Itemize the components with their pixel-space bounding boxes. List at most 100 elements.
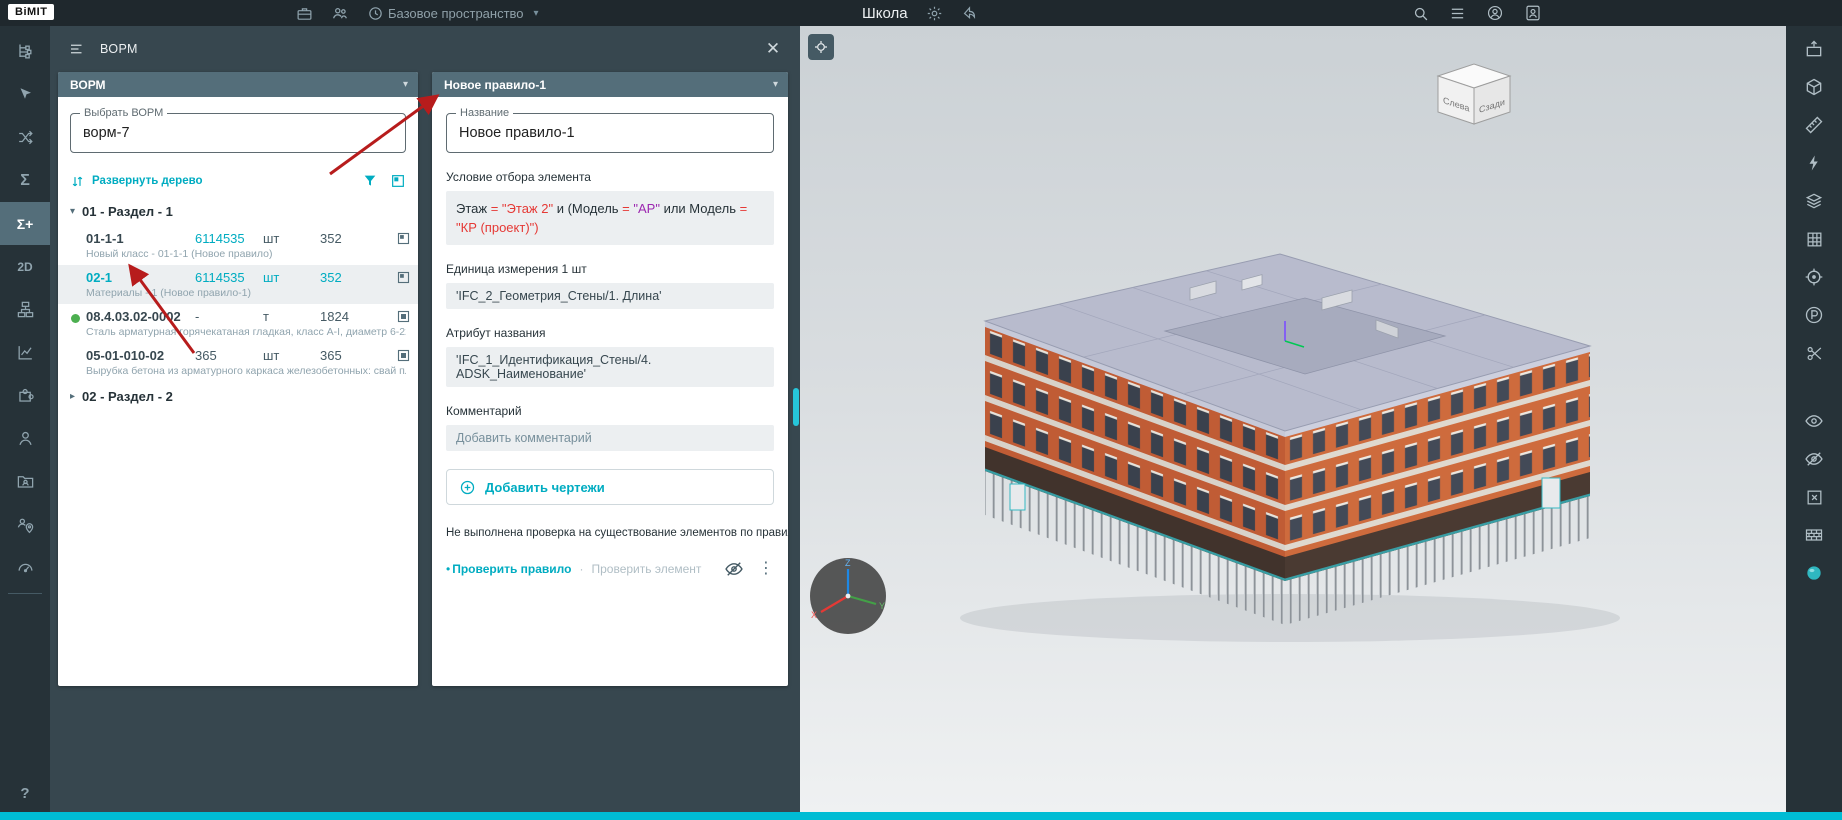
workspace-dropdown[interactable]: Базовое пространство ▾ [388, 0, 539, 26]
3d-viewport[interactable]: Слева Сзади Z X Y [800, 26, 1786, 812]
tree-row-01-1-1[interactable]: 01-1-1 6114535 шт 352 Новый класс - 01-1… [58, 226, 418, 265]
sidebar-item-scheme[interactable] [0, 288, 50, 331]
briefcase-icon[interactable] [296, 5, 313, 22]
tool-grid-table[interactable] [1786, 220, 1842, 258]
condition-part: = [490, 201, 502, 216]
vorm-card-title: ВОРМ [70, 77, 106, 92]
tool-clear-selection[interactable] [1786, 478, 1842, 516]
help-icon: ? [20, 784, 30, 802]
check-notice: Не выполнена проверка на существование э… [446, 527, 788, 539]
tool-visibility[interactable] [1786, 402, 1842, 440]
norm-card-icon[interactable] [392, 309, 414, 324]
rule-card-title: Новое правило-1 [444, 77, 547, 92]
norm-card-icon[interactable] [392, 348, 414, 363]
scrollbar-thumb[interactable] [793, 388, 799, 426]
row-name: 01-1-1 [86, 231, 124, 246]
element-card-icon[interactable] [392, 231, 414, 246]
building-model[interactable] [890, 226, 1620, 646]
tool-wall-mode[interactable] [1786, 516, 1842, 554]
expand-collapse-icon[interactable] [70, 174, 85, 189]
tool-section-cut[interactable] [1786, 334, 1842, 372]
sidebar-item-charts[interactable] [0, 331, 50, 374]
panel-menu-icon[interactable] [68, 40, 86, 58]
plus-circle-icon [459, 479, 476, 496]
check-element-link[interactable]: Проверить элемент [591, 562, 701, 576]
tool-focus-target[interactable] [1786, 258, 1842, 296]
tool-ruler[interactable] [1786, 106, 1842, 144]
sigma-icon: Σ [20, 171, 30, 189]
user-badge-icon[interactable] [1524, 4, 1542, 22]
row-subtitle: Вырубка бетона из арматурного каркаса же… [86, 365, 406, 377]
sidebar-item-select[interactable] [0, 73, 50, 116]
row-qty: 6114535 [195, 270, 245, 285]
row-qty: 365 [195, 348, 217, 363]
tree-row-02-1[interactable]: 02-1 6114535 шт 352 Материалы - 1 (Новое… [58, 265, 418, 304]
share-icon[interactable] [961, 5, 978, 22]
sidebar-item-relations[interactable] [0, 116, 50, 159]
kebab-menu-icon[interactable]: ⋮ [758, 561, 774, 577]
comment-input[interactable] [446, 425, 774, 451]
row-count: 365 [320, 348, 342, 363]
sidebar-item-users-location[interactable] [0, 503, 50, 546]
tool-parking[interactable] [1786, 296, 1842, 334]
sidebar-item-dashboard[interactable] [0, 546, 50, 589]
sidebar-item-plugins[interactable] [0, 374, 50, 417]
unit-value[interactable]: 'IFC_2_Геометрия_Стены/1. Длина' [446, 283, 774, 309]
view-cube[interactable]: Слева Сзади [1428, 58, 1520, 134]
cursor-icon [16, 86, 34, 104]
2d-icon: 2D [17, 259, 33, 274]
row-name: 08.4.03.02-0002 [86, 309, 181, 324]
search-icon[interactable] [1412, 5, 1429, 22]
focus-selection-button[interactable] [808, 34, 834, 60]
close-icon[interactable]: ✕ [762, 38, 784, 60]
visibility-off-icon[interactable] [724, 559, 744, 579]
caret-down-icon: ▾ [70, 206, 76, 217]
divider [8, 593, 42, 594]
sidebar-item-model-structure[interactable] [0, 30, 50, 73]
attribute-value[interactable]: 'IFC_1_Идентификация_Стены/4. ADSK_Наиме… [446, 347, 774, 387]
rule-name-input[interactable] [447, 114, 773, 152]
tool-measure-lightning[interactable] [1786, 144, 1842, 182]
user-circle-icon[interactable] [1486, 4, 1504, 22]
navigation-gizmo[interactable]: Z X Y [808, 556, 888, 636]
tool-section-cube[interactable] [1786, 68, 1842, 106]
chevron-down-icon: ▾ [533, 7, 539, 19]
tool-visibility-off[interactable] [1786, 440, 1842, 478]
check-rule-link[interactable]: Проверить правило [452, 562, 571, 576]
gear-icon[interactable] [926, 5, 943, 22]
tool-layers[interactable] [1786, 182, 1842, 220]
sidebar-item-sum[interactable]: Σ [0, 159, 50, 202]
tree-row-05-01-010[interactable]: 05-01-010-02 365 шт 365 Вырубка бетона и… [58, 343, 418, 382]
element-card-icon[interactable] [392, 270, 414, 285]
chevron-down-icon: ▾ [402, 79, 408, 90]
tree-group-01[interactable]: ▾ 01 - Раздел - 1 [58, 197, 418, 226]
sidebar-item-user[interactable] [0, 417, 50, 460]
status-dot-green [71, 314, 80, 323]
vorm-card-header[interactable]: ВОРМ ▾ [58, 72, 418, 97]
sidebar-item-help[interactable]: ? [0, 774, 50, 812]
vorm-panel: ВОРМ ✕ ВОРМ ▾ Выбрать ВОРМ Развернуть де… [50, 26, 800, 812]
row-count: 352 [320, 270, 342, 285]
sigma-plus-icon: Σ+ [16, 215, 34, 232]
sidebar-item-2d[interactable]: 2D [0, 245, 50, 288]
tree-row-08-4-03[interactable]: 08.4.03.02-0002 - т 1824 Сталь арматурна… [58, 304, 418, 343]
folder-user-icon [16, 472, 35, 491]
tree-group-02[interactable]: ▸ 02 - Раздел - 2 [58, 382, 418, 411]
add-drawings-label: Добавить чертежи [485, 479, 605, 495]
vorm-select-input[interactable] [71, 114, 405, 152]
condition-part: "КР (проект)") [456, 220, 539, 235]
condition-expression[interactable]: Этаж = "Этаж 2" и (Модель = "АР" или Мод… [446, 191, 774, 245]
team-icon[interactable] [331, 4, 349, 22]
expand-tree-link[interactable]: Развернуть дерево [92, 175, 203, 187]
tool-export-box[interactable] [1786, 30, 1842, 68]
sidebar-item-project-access[interactable] [0, 460, 50, 503]
rule-card-header[interactable]: Новое правило-1 ▾ [432, 72, 788, 97]
filter-icon[interactable] [362, 173, 378, 189]
frame-select-icon[interactable] [390, 173, 406, 189]
add-drawings-button[interactable]: Добавить чертежи [446, 469, 774, 505]
user-icon [16, 429, 35, 448]
history-globe-icon[interactable] [367, 5, 384, 22]
tool-render-sphere[interactable] [1786, 554, 1842, 592]
menu-list-icon[interactable] [1449, 5, 1466, 22]
sidebar-item-sum-plus[interactable]: Σ+ [0, 202, 50, 245]
